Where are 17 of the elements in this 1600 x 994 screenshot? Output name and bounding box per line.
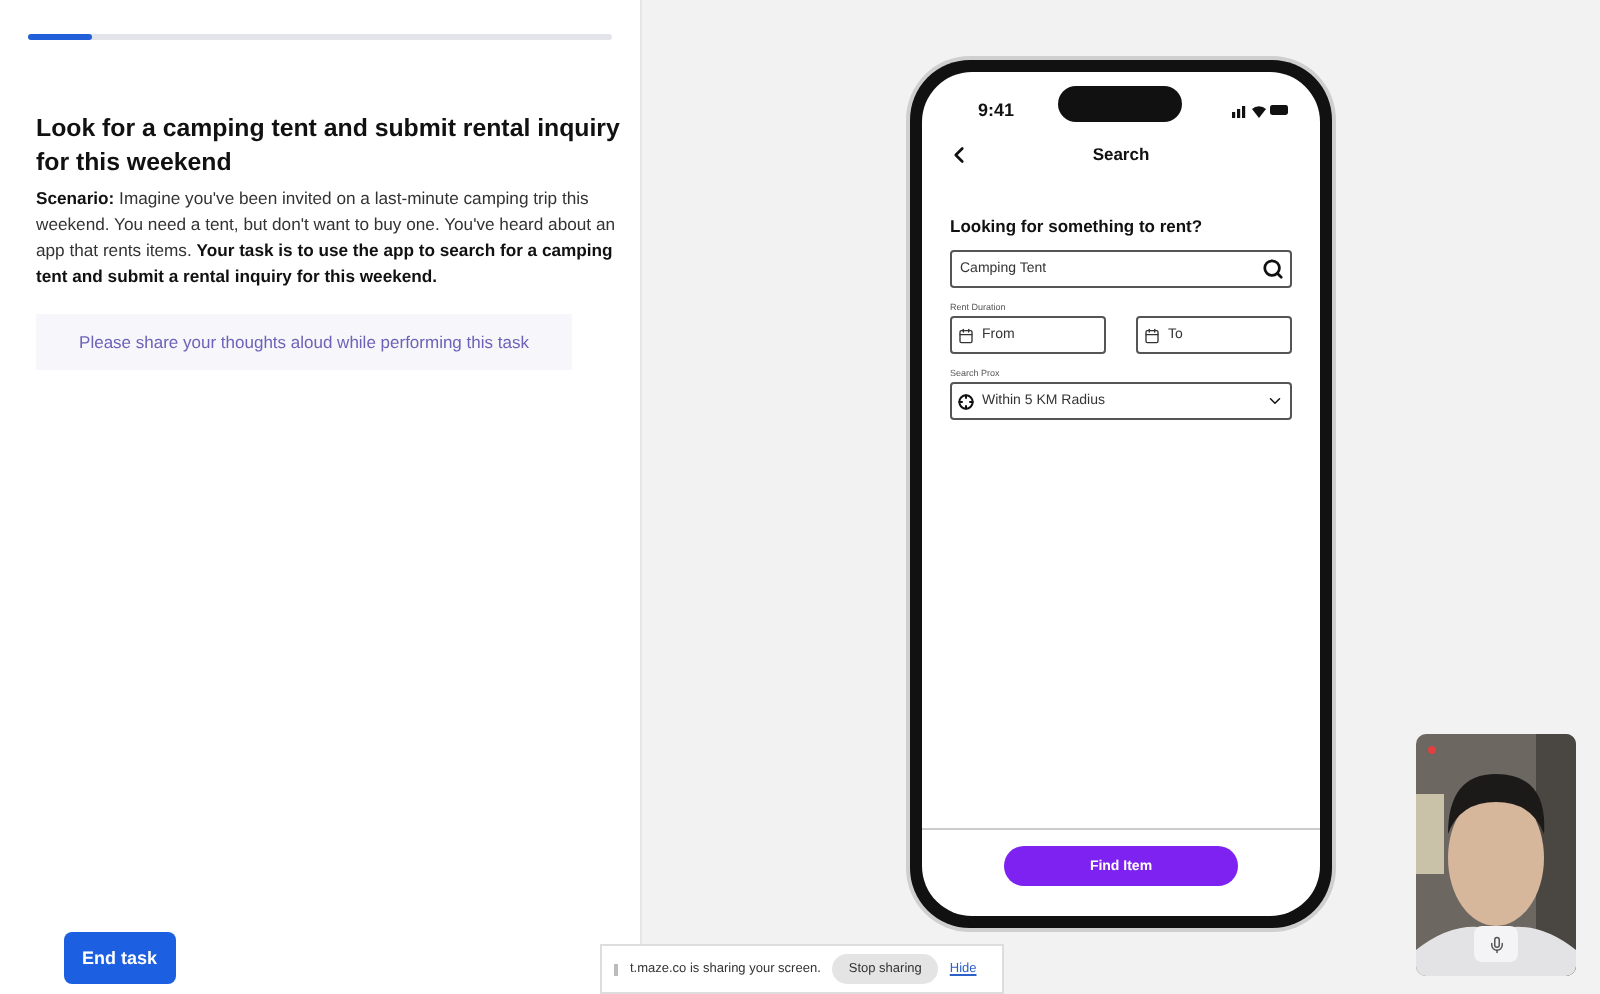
search-icon[interactable] [1262, 258, 1284, 280]
microphone-button[interactable] [1474, 926, 1518, 962]
microphone-icon[interactable] [1487, 935, 1505, 953]
chevron-down-icon [1266, 392, 1284, 410]
calendar-icon [1144, 327, 1160, 343]
screen-title: Search [1092, 144, 1150, 164]
task-title: Look for a camping tent and submit rental inquiry for this weekend [36, 112, 620, 180]
drag-handle-icon[interactable] [614, 963, 618, 975]
end-task-button[interactable]: End task [64, 932, 176, 984]
calendar-icon [958, 327, 974, 343]
think-aloud-hint: Please share your thoughts aloud while performing this task [36, 314, 572, 370]
location-icon [958, 393, 974, 409]
scenario-text: Scenario: Imagine you've been invited on a last-minute camping trip this weekend. You need a tent, but don't want to buy one. You've heard about an app that rents items. Your task is to use the app to search for a camping tent and submit a rental inquiry for this weekend. [36, 186, 616, 290]
camera-notch [1058, 86, 1182, 122]
search-heading: Looking for something to rent? [950, 216, 1205, 236]
status-icons [1232, 102, 1288, 118]
status-time: 9:41 [978, 100, 1015, 120]
